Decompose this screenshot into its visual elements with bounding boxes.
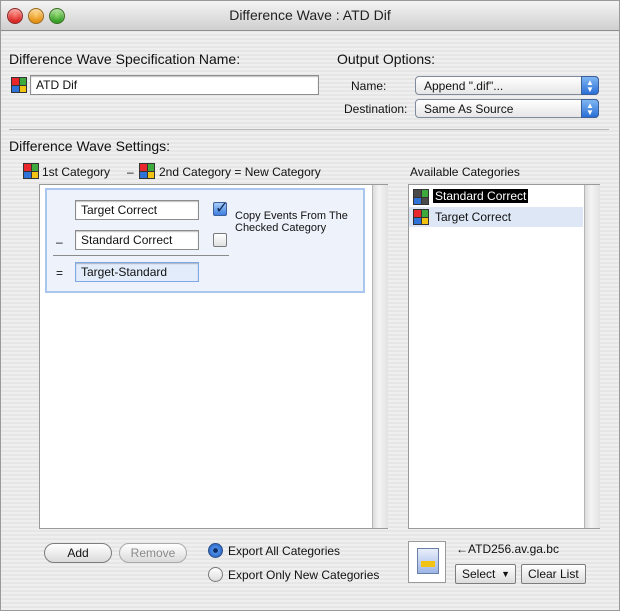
clear-list-button[interactable]: Clear List xyxy=(521,564,586,584)
arrow-left-icon: ← xyxy=(456,542,468,556)
output-options-label: Output Options: xyxy=(337,51,436,67)
result-category-field[interactable]: Target-Standard xyxy=(75,262,199,282)
export-all-radio[interactable] xyxy=(208,543,223,558)
formula-minus: – xyxy=(127,165,134,179)
available-categories-label: Available Categories xyxy=(410,165,520,179)
output-name-popup[interactable]: Append ".dif"... ▲ ▼ xyxy=(415,76,599,95)
list-item[interactable]: Target Correct xyxy=(409,207,583,227)
popup-arrows-icon: ▲ ▼ xyxy=(581,76,599,95)
category-icon xyxy=(413,189,429,205)
category-icon xyxy=(139,163,155,179)
select-label: Select xyxy=(462,567,496,581)
settings-label: Difference Wave Settings: xyxy=(9,138,171,154)
second-category-field[interactable]: Standard Correct xyxy=(75,230,199,250)
list-item[interactable]: Standard Correct xyxy=(411,188,581,206)
grid-icon xyxy=(11,77,27,93)
select-popup[interactable]: Select ▼ xyxy=(455,564,516,584)
first-category-checkbox[interactable]: ✓ xyxy=(213,200,228,217)
remove-button[interactable]: Remove xyxy=(119,543,187,563)
copy-events-label: Copy Events From The Checked Category xyxy=(235,210,348,234)
entry-divider xyxy=(53,255,229,256)
difference-entry[interactable]: Target Correct ✓ Copy Events From The Ch… xyxy=(45,188,365,293)
file-well[interactable] xyxy=(408,541,446,583)
first-category-field[interactable]: Target Correct xyxy=(75,200,199,220)
available-categories-list[interactable]: Standard Correct Target Correct xyxy=(408,184,600,529)
export-new-radio[interactable] xyxy=(208,567,223,582)
output-name-value: Append ".dif"... xyxy=(424,79,504,93)
difference-list[interactable]: Target Correct ✓ Copy Events From The Ch… xyxy=(39,184,388,529)
second-category-checkbox[interactable] xyxy=(213,233,227,247)
window: Difference Wave : ATD Dif Difference Wav… xyxy=(0,0,620,611)
difference-list-scrollbar[interactable] xyxy=(372,185,388,528)
file-name-text: ATD256.av.ga.bc xyxy=(468,542,559,556)
add-button[interactable]: Add xyxy=(44,543,112,563)
export-new-label: Export Only New Categories xyxy=(228,568,380,582)
list-item-label: Target Correct xyxy=(435,210,512,224)
section-divider xyxy=(9,129,609,130)
window-title: Difference Wave : ATD Dif xyxy=(229,7,391,23)
title-bar[interactable]: Difference Wave : ATD Dif xyxy=(1,1,619,31)
formula-second: 2nd Category = New Category xyxy=(159,165,321,179)
category-icon xyxy=(23,163,39,179)
file-name: ←ATD256.av.ga.bc xyxy=(456,542,559,556)
spec-name-label: Difference Wave Specification Name: xyxy=(9,51,241,67)
output-destination-value: Same As Source xyxy=(424,102,514,116)
document-icon xyxy=(417,548,439,574)
output-destination-popup[interactable]: Same As Source ▲ ▼ xyxy=(415,99,599,118)
popup-arrows-icon: ▲ ▼ xyxy=(581,99,599,118)
export-all-label: Export All Categories xyxy=(228,544,341,558)
check-icon: ✓ xyxy=(215,200,229,217)
output-name-label: Name: xyxy=(351,79,387,93)
spec-name-input[interactable]: ATD Dif xyxy=(30,75,319,95)
dropdown-triangle-icon: ▼ xyxy=(501,569,510,579)
equals-sign: = xyxy=(56,266,64,280)
list-item-label: Standard Correct xyxy=(433,189,529,203)
minus-sign: – xyxy=(56,235,63,249)
category-icon xyxy=(413,209,429,225)
available-list-scrollbar[interactable] xyxy=(584,185,600,528)
formula-first: 1st Category xyxy=(42,165,111,179)
output-destination-label: Destination: xyxy=(344,102,408,116)
